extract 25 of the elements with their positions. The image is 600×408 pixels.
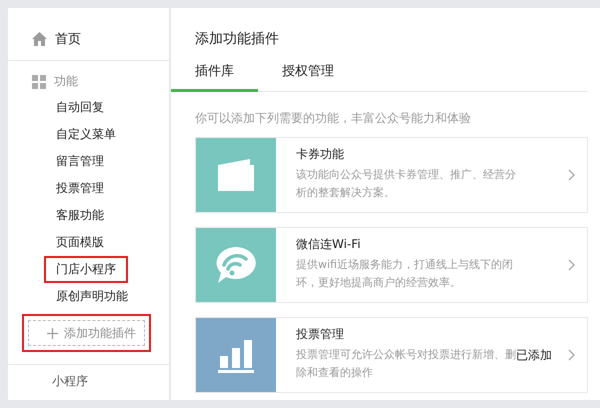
sidebar-item[interactable]: 自定义菜单	[50, 121, 122, 148]
sidebar-item[interactable]: 留言管理	[50, 148, 110, 175]
tab[interactable]: 插件库	[171, 62, 258, 92]
plugin-card[interactable]: 卡券功能 该功能向公众号提供卡券管理、推广、经营分析的整套解决方案。	[195, 137, 588, 213]
tab[interactable]: 授权管理	[258, 62, 358, 92]
section-label: 功能	[54, 73, 78, 90]
status-text: 已添加	[516, 346, 552, 364]
plugin-title: 微信连Wi-Fi	[296, 236, 362, 253]
section-label: 小程序	[52, 374, 88, 388]
plugin-card[interactable]: 微信连Wi-Fi 提供wifi近场服务能力，打通线上与线下的闭环，更好地提高商户的经营效率。	[195, 227, 588, 303]
sidebar-item[interactable]: 客服功能	[50, 202, 110, 229]
plugin-description: 投票管理可允许公众帐号对投票进行新增、删除和查看的操作	[296, 347, 516, 381]
plugin-description: 该功能向公众号提供卡券管理、推广、经营分析的整套解决方案。	[296, 167, 516, 201]
plugin-title: 卡券功能	[296, 146, 345, 163]
intro-text: 你可以添加下列需要的功能，丰富公众号能力和体验	[195, 110, 472, 127]
home-link[interactable]: 首页	[55, 30, 81, 48]
plugin-title: 投票管理	[296, 326, 345, 343]
plugin-description: 提供wifi近场服务能力，打通线上与线下的闭环，更好地提高商户的经营效率。	[296, 257, 514, 291]
sidebar-item[interactable]: 门店小程序	[44, 256, 128, 283]
sidebar-item[interactable]: 自动回复	[50, 94, 110, 121]
sidebar-item[interactable]: 页面模版	[50, 229, 110, 256]
sidebar-item[interactable]: 原创声明功能	[50, 283, 134, 310]
sidebar-item[interactable]: 投票管理	[50, 175, 110, 202]
plugin-card[interactable]: 投票管理 投票管理可允许公众帐号对投票进行新增、删除和查看的操作 已添加	[195, 317, 588, 393]
page-title: 添加功能插件	[195, 30, 280, 48]
